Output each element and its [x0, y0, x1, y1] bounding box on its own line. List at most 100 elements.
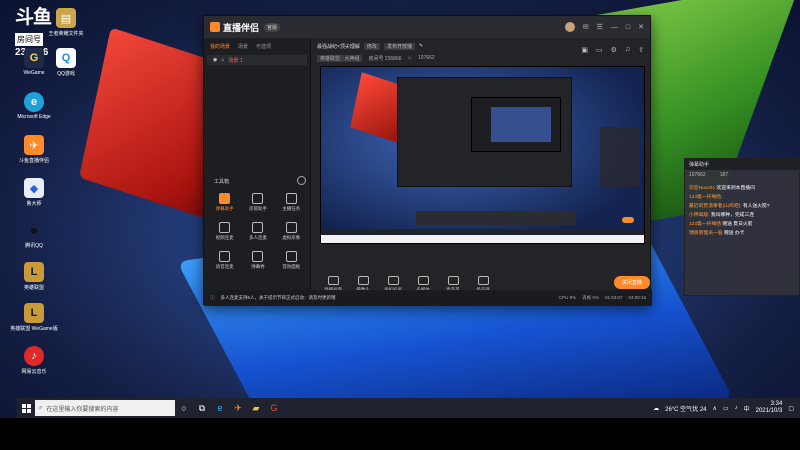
chat-user[interactable]: 123第一纤绳哈:: [689, 195, 722, 200]
media-icon: [417, 276, 429, 285]
tool-label: 音效面板: [282, 264, 301, 269]
tool-label: 语音连麦: [215, 264, 234, 269]
live-duration: 01:03:07: [604, 295, 623, 300]
desktop-icon-qq-games[interactable]: Q QQ游戏: [40, 48, 92, 77]
share-icon[interactable]: ⇪: [638, 46, 644, 54]
status-notice[interactable]: 多人连麦支持6人，关于提示节目正式启动：请及时更新哦: [221, 295, 336, 301]
multitask-icon[interactable]: ⧉: [193, 398, 211, 418]
clock[interactable]: 3:34 2021/10/3: [756, 401, 783, 415]
search-icon: ⌕: [39, 404, 43, 411]
total-duration: 04:00:15: [628, 295, 646, 300]
avatar-icon: [285, 222, 297, 233]
lock-icon[interactable]: ⌂: [221, 57, 224, 63]
netease-music-icon: ♪: [24, 346, 44, 366]
start-button[interactable]: [17, 398, 35, 418]
lol-icon: L: [24, 303, 44, 323]
edit-icon[interactable]: ✎: [419, 43, 423, 49]
app-titlebar: 直播伴侣 官版 ✉ ☰ — □ ✕: [204, 16, 650, 38]
room-category[interactable]: 英雄联盟 · 大神组: [317, 54, 363, 62]
taskbar-search[interactable]: ⌕ 在这里输入你要搜索的内容: [35, 400, 175, 416]
preview-chat-panel: [600, 127, 640, 187]
close-icon[interactable]: ✕: [638, 23, 644, 31]
explorer-taskbar-icon[interactable]: ▰: [247, 398, 265, 418]
settings-icon[interactable]: ⚙: [611, 46, 617, 54]
maximize-icon[interactable]: □: [626, 24, 630, 31]
category-select[interactable]: 发布开放播: [383, 42, 415, 50]
tray-arrow-icon[interactable]: ∧: [713, 405, 717, 412]
desktop-icon-label: 英雄联盟: [23, 285, 44, 291]
chat-user[interactable]: 123第一纤绳哈: [689, 222, 721, 227]
chat-user[interactable]: 小神毒敌:: [689, 213, 710, 218]
streaming-app-window: 直播伴侣 官版 ✉ ☰ — □ ✕ 我的场景 场景 可选项 ◉ ⌂ 场景 1 工…: [203, 15, 652, 306]
header-tools: ▣ ▭ ⚙ ♫ ⇪: [581, 46, 644, 54]
desktop-icon-lol-wegame[interactable]: L 英雄联盟 WeGame版: [8, 303, 60, 332]
tool-danmu-assistant[interactable]: 弹幕助手: [208, 193, 241, 212]
scene-panel: 我的场景 场景 可选项 ◉ ⌂ 场景 1 工具箱 弹幕助手 房管助手 主播任务 …: [204, 38, 311, 306]
minimize-icon[interactable]: —: [611, 24, 618, 31]
chat-message: 123第一纤绳哈 赠送 夏日火箭: [689, 220, 795, 229]
task-view-icon[interactable]: ○: [175, 398, 193, 418]
douyu-taskbar-icon[interactable]: ✈: [229, 398, 247, 418]
tool-video-link[interactable]: 视频连麦: [208, 222, 241, 241]
tool-sound-effects[interactable]: 音效面板: [275, 251, 308, 270]
danmu-icon: [219, 193, 231, 204]
tools-settings-icon[interactable]: [297, 176, 306, 185]
desktop-icon-qq[interactable]: ● 腾讯QQ: [8, 220, 60, 249]
clock-date: 2021/10/3: [755, 408, 783, 414]
desktop-icon-lol[interactable]: L 英雄联盟: [8, 262, 60, 291]
preview-nested-screen: [491, 107, 551, 142]
tool-label: 弹幕助手: [215, 206, 234, 211]
edit-title-button[interactable]: 修改: [363, 42, 380, 50]
edge-taskbar-icon[interactable]: e: [211, 398, 229, 418]
clock-time: 3:34: [770, 401, 783, 407]
desktop-icon-label: 斗鱼直播伴侣: [18, 158, 49, 164]
tab-options[interactable]: 可选项: [256, 43, 271, 50]
scene-item[interactable]: ◉ ⌂ 场景 1: [207, 55, 307, 65]
stream-preview[interactable]: [320, 66, 645, 244]
tab-my-scenes[interactable]: 我的场景: [210, 43, 230, 50]
avatar[interactable]: [564, 22, 575, 32]
ime-icon[interactable]: 中: [744, 404, 750, 413]
tool-label: 房管助手: [248, 206, 267, 211]
tool-room-manager[interactable]: 房管助手: [241, 193, 274, 212]
notification-icon[interactable]: ▢: [788, 405, 794, 412]
tool-label: 虚拟形象: [282, 235, 301, 240]
chat-user[interactable]: 瑞恩管理员一般: [689, 231, 723, 236]
tool-multi-link[interactable]: 多人连麦: [241, 222, 274, 241]
desktop-icon-netease-music[interactable]: ♪ 网易云音乐: [8, 346, 60, 375]
chat-text: 赠送 夏日火箭: [722, 222, 753, 227]
search-placeholder: 在这里输入你要搜索的内容: [46, 406, 119, 413]
menu-icon[interactable]: ☰: [597, 23, 603, 31]
stop-live-button[interactable]: 关闭直播: [613, 276, 650, 289]
app-version-badge: 官版: [264, 22, 281, 32]
message-icon[interactable]: ✉: [583, 23, 589, 31]
tasks-icon: [285, 193, 297, 204]
tool-label: 多人连麦: [248, 235, 267, 240]
chrome-taskbar-icon[interactable]: G: [265, 398, 283, 418]
chat-user[interactable]: 欢迎Nuxo01: [689, 186, 715, 191]
tool-danmu-show[interactable]: 弹幕秀: [241, 251, 274, 270]
network-icon[interactable]: ▭: [723, 405, 729, 412]
volume-icon[interactable]: ♪: [735, 405, 738, 411]
desktop-icon-ludashi[interactable]: ◆ 鲁大师: [8, 178, 60, 207]
screen-icon[interactable]: ▭: [596, 46, 603, 54]
weather-text[interactable]: 26°C 空气优 24: [665, 404, 706, 413]
tool-voice-link[interactable]: 语音连麦: [208, 251, 241, 270]
gift-icon[interactable]: ▣: [581, 46, 588, 54]
desktop-icon-edge[interactable]: e Microsoft Edge: [8, 92, 60, 120]
chat-message: 小神毒敌: 我叫哪种，完成三连: [689, 211, 795, 220]
tool-avatar[interactable]: 虚拟形象: [275, 222, 308, 241]
bell-icon[interactable]: ♫: [625, 46, 630, 54]
tab-scenes[interactable]: 场景: [238, 43, 248, 50]
cpu-usage: CPU 9%: [558, 295, 577, 300]
chat-user[interactable]: 最近的荒漠拳者(山鸡吧):: [689, 204, 742, 209]
desktop-icon-douyu-companion[interactable]: ✈ 斗鱼直播伴侣: [8, 135, 60, 164]
desktop-icon-folder[interactable]: ▤ 王者荣耀文件夹: [40, 8, 92, 37]
tool-label: 视频连麦: [215, 235, 234, 240]
danmu-chat-panel: 弹幕助手 107662 187 欢迎Nuxo01 欢迎来到本直播间 123第一纤…: [684, 158, 800, 296]
chat-stats: 107662 187: [685, 170, 799, 182]
eye-icon[interactable]: ◉: [213, 57, 217, 63]
tool-tasks[interactable]: 主播任务: [275, 193, 308, 212]
lol-icon: L: [24, 262, 44, 282]
tools-title: 工具箱: [214, 179, 230, 185]
